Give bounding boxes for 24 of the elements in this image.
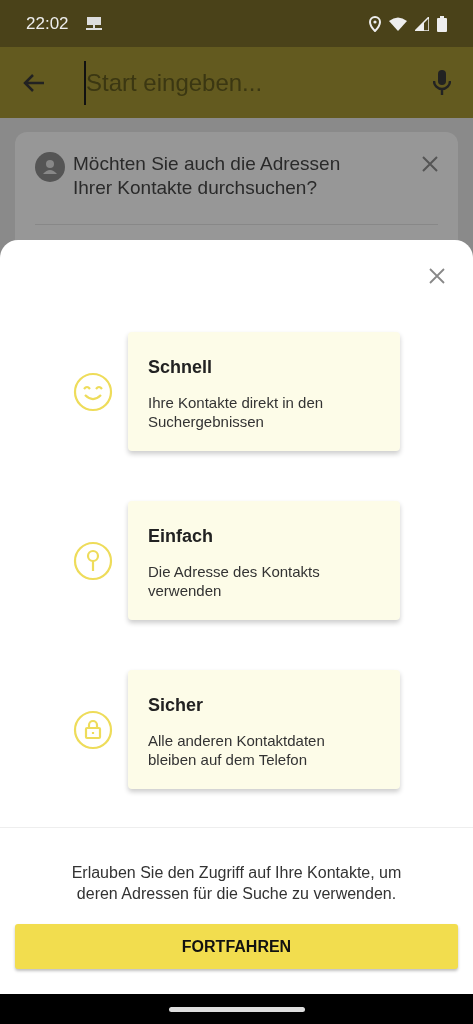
permission-message: Erlauben Sie den Zugriff auf Ihre Kontakte, um deren Adressen für die Suche zu verwenden. [70, 863, 403, 904]
status-time: 22:02 [26, 12, 69, 35]
close-icon[interactable] [429, 268, 445, 284]
microphone-icon[interactable] [433, 69, 451, 96]
pin-icon [73, 540, 113, 581]
network-icon [84, 15, 103, 32]
feature-description: Die Adresse des Kontakts verwenden [148, 562, 321, 600]
wifi-icon [389, 16, 407, 31]
signal-icon [415, 16, 429, 31]
close-icon[interactable] [422, 156, 438, 172]
lock-icon [73, 709, 113, 750]
location-icon [369, 15, 381, 32]
battery-icon [437, 15, 447, 32]
feature-title: Schnell [148, 356, 214, 379]
feature-title: Einfach [148, 525, 214, 548]
feature-description: Alle anderen Kontaktdaten bleiben auf dem Telefon [148, 731, 326, 769]
feature-title: Sicher [148, 694, 205, 717]
prompt-text: Möchten Sie auch die Adressen Ihrer Kontakte durchsuchen? [73, 152, 342, 200]
smiley-icon [73, 371, 113, 412]
continue-button[interactable]: FORTFAHREN [15, 924, 458, 969]
contact-icon [35, 152, 65, 182]
home-handle[interactable] [168, 1006, 305, 1012]
back-icon[interactable] [22, 72, 46, 93]
feature-description: Ihre Kontakte direkt in den Suchergebnissen [148, 393, 325, 431]
